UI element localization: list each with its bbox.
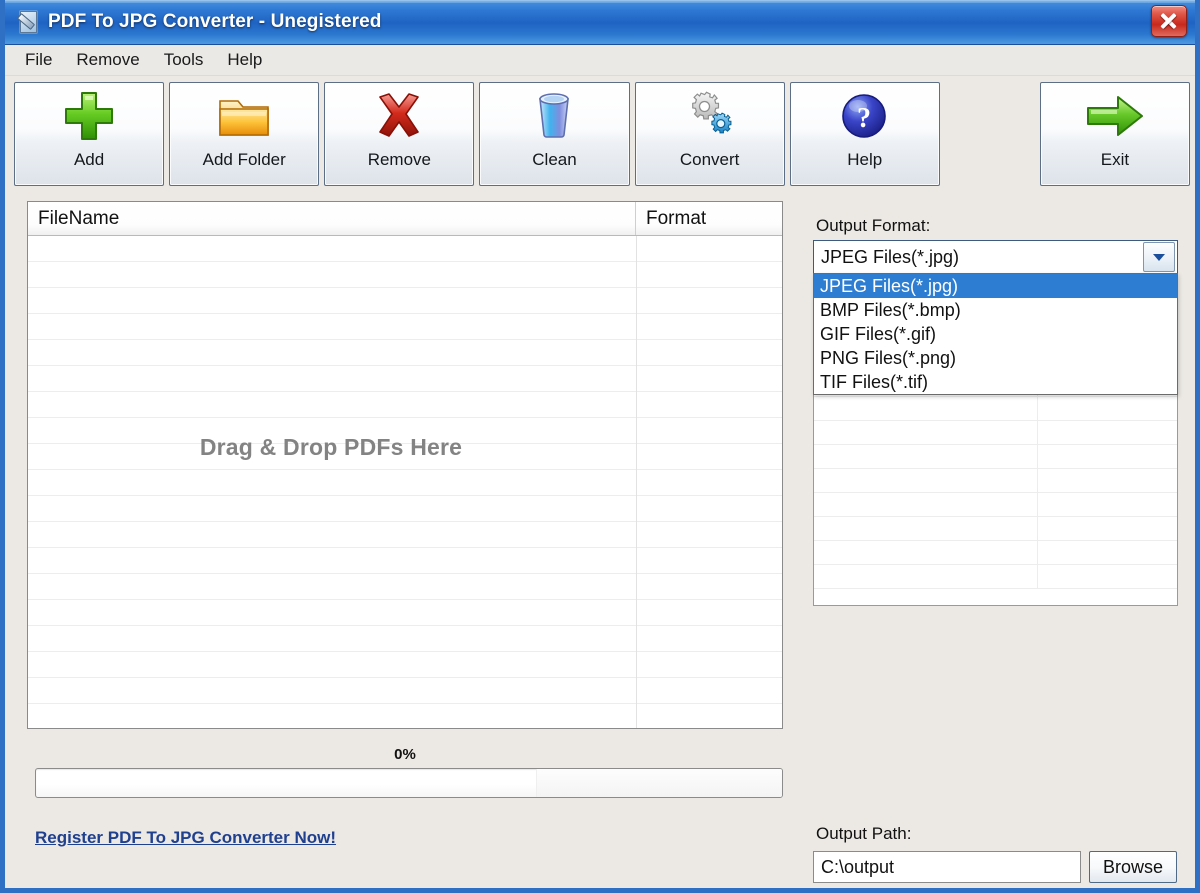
progress-percent-label: 0%	[394, 746, 416, 763]
close-icon[interactable]	[1151, 5, 1187, 37]
dropdown-option-gif[interactable]: GIF Files(*.gif)	[814, 322, 1177, 346]
toolbar-label-add: Add	[73, 150, 105, 169]
toolbar-label-convert: Convert	[679, 150, 740, 169]
settings-row-empty[interactable]	[814, 517, 1177, 541]
dropdown-option-bmp[interactable]: BMP Files(*.bmp)	[814, 298, 1177, 322]
file-list-column-divider	[636, 236, 637, 728]
chevron-down-icon[interactable]	[1143, 242, 1175, 272]
settings-value	[1038, 421, 1177, 444]
output-path-label: Output Path:	[816, 824, 912, 843]
green-arrow-right-icon	[1041, 83, 1189, 149]
settings-row-empty[interactable]	[814, 397, 1177, 421]
browse-button[interactable]: Browse	[1089, 851, 1177, 883]
settings-row-empty[interactable]	[814, 445, 1177, 469]
settings-row-empty[interactable]	[814, 565, 1177, 589]
settings-value	[1038, 565, 1177, 588]
settings-key	[814, 565, 1038, 588]
settings-row-empty[interactable]	[814, 469, 1177, 493]
toolbar: Add Add Folder Remove Clean Convert ? He…	[5, 76, 1195, 196]
file-list-body[interactable]: Drag & Drop PDFs Here	[28, 236, 782, 728]
toolbar-label-help: Help	[847, 150, 883, 169]
svg-text:?: ?	[857, 103, 871, 134]
toolbar-label-add-folder: Add Folder	[202, 150, 286, 169]
settings-value	[1038, 445, 1177, 468]
menu-item-help[interactable]: Help	[219, 48, 274, 73]
register-link[interactable]: Register PDF To JPG Converter Now!	[35, 828, 336, 848]
output-format-label: Output Format:	[816, 216, 931, 235]
blue-question-mark-icon: ?	[791, 83, 939, 149]
toolbar-button-exit[interactable]: Exit	[1039, 82, 1190, 186]
settings-row-empty[interactable]	[814, 493, 1177, 517]
settings-value	[1038, 517, 1177, 540]
toolbar-button-help[interactable]: ? Help	[789, 82, 940, 186]
application-window: PDF To JPG Converter - Unegistered File …	[0, 0, 1200, 893]
settings-key	[814, 397, 1038, 420]
menu-item-tools[interactable]: Tools	[156, 48, 216, 73]
toolbar-button-clean[interactable]: Clean	[479, 82, 630, 186]
right-panel: Output Format: JPEG Files(*.jpg) Last Pa…	[810, 196, 1190, 888]
dropdown-option-tif[interactable]: TIF Files(*.tif)	[814, 370, 1177, 394]
toolbar-button-add[interactable]: Add	[14, 82, 165, 186]
main-content: FileName Format Drag & Drop PDFs Here 0%…	[5, 196, 1195, 888]
column-header-filename[interactable]: FileName	[28, 202, 636, 235]
settings-key	[814, 541, 1038, 564]
window-title: PDF To JPG Converter - Unegistered	[48, 11, 382, 32]
menu-item-remove[interactable]: Remove	[68, 48, 151, 73]
output-format-select[interactable]: JPEG Files(*.jpg)	[813, 240, 1178, 274]
red-x-icon	[325, 83, 473, 149]
settings-key	[814, 421, 1038, 444]
settings-value	[1038, 493, 1177, 516]
output-path-input[interactable]: C:\output	[813, 851, 1081, 883]
file-list-header: FileName Format	[28, 202, 782, 236]
dropdown-option-png[interactable]: PNG Files(*.png)	[814, 346, 1177, 370]
settings-value	[1038, 397, 1177, 420]
file-list-panel[interactable]: FileName Format Drag & Drop PDFs Here	[27, 201, 783, 729]
drag-drop-hint: Drag & Drop PDFs Here	[199, 434, 463, 460]
toolbar-button-convert[interactable]: Convert	[634, 82, 785, 186]
settings-value	[1038, 541, 1177, 564]
dropdown-option-jpeg[interactable]: JPEG Files(*.jpg)	[814, 274, 1177, 298]
settings-key	[814, 517, 1038, 540]
gears-icon	[636, 83, 784, 149]
settings-value	[1038, 469, 1177, 492]
progress-bar-fill	[536, 769, 782, 797]
settings-row-empty[interactable]	[814, 421, 1177, 445]
orange-folder-icon	[170, 83, 318, 149]
toolbar-button-remove[interactable]: Remove	[324, 82, 475, 186]
settings-key	[814, 493, 1038, 516]
column-header-format[interactable]: Format	[636, 202, 782, 235]
green-plus-icon	[15, 83, 163, 149]
toolbar-label-clean: Clean	[532, 150, 577, 169]
progress-bar	[35, 768, 783, 798]
menu-bar: File Remove Tools Help	[5, 45, 1195, 76]
menu-item-file[interactable]: File	[17, 48, 64, 73]
blue-trash-can-icon	[480, 83, 628, 149]
pdf-document-icon	[15, 9, 41, 35]
toolbar-label-exit: Exit	[1100, 150, 1130, 169]
settings-row-empty[interactable]	[814, 541, 1177, 565]
settings-key	[814, 469, 1038, 492]
toolbar-button-add-folder[interactable]: Add Folder	[169, 82, 320, 186]
output-format-dropdown-list[interactable]: JPEG Files(*.jpg) BMP Files(*.bmp) GIF F…	[813, 273, 1178, 395]
settings-key	[814, 445, 1038, 468]
toolbar-label-remove: Remove	[367, 150, 431, 169]
output-format-selected-value: JPEG Files(*.jpg)	[821, 246, 960, 267]
title-bar: PDF To JPG Converter - Unegistered	[5, 0, 1195, 45]
